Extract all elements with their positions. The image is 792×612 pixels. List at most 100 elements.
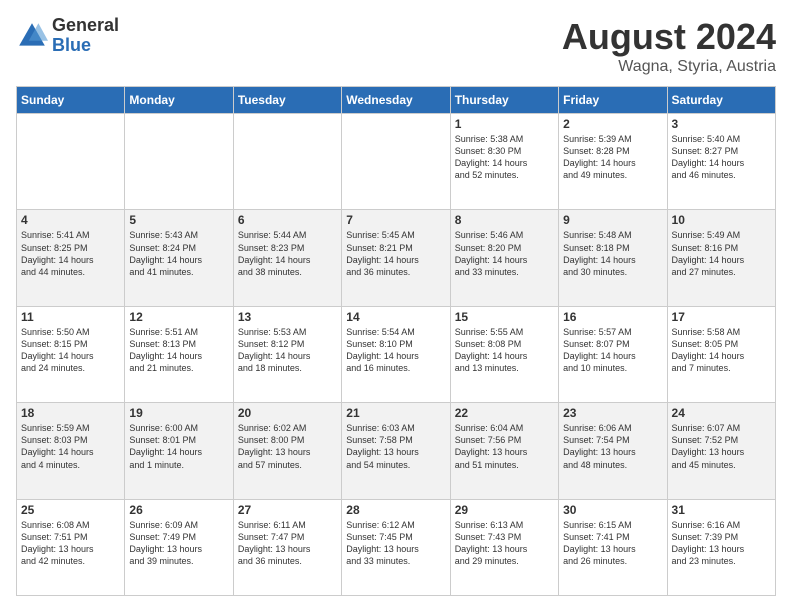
day-number: 26 xyxy=(129,503,228,517)
day-number: 16 xyxy=(563,310,662,324)
day-number: 20 xyxy=(238,406,337,420)
col-saturday: Saturday xyxy=(667,87,775,114)
day-info: Sunrise: 5:39 AM Sunset: 8:28 PM Dayligh… xyxy=(563,133,662,182)
week-row-2: 4 Sunrise: 5:41 AM Sunset: 8:25 PM Daylig… xyxy=(17,210,776,306)
day-info: Sunrise: 6:15 AM Sunset: 7:41 PM Dayligh… xyxy=(563,519,662,568)
title-block: August 2024 Wagna, Styria, Austria xyxy=(562,16,776,76)
day-info: Sunrise: 5:46 AM Sunset: 8:20 PM Dayligh… xyxy=(455,229,554,278)
day-cell: 15 Sunrise: 5:55 AM Sunset: 8:08 PM Dayli… xyxy=(450,306,558,402)
day-number: 6 xyxy=(238,213,337,227)
week-row-3: 11Sunrise: 5:50 AM Sunset: 8:15 PM Dayli… xyxy=(17,306,776,402)
day-info: Sunrise: 6:04 AM Sunset: 7:56 PM Dayligh… xyxy=(455,422,554,471)
day-number: 5 xyxy=(129,213,228,227)
day-number: 24 xyxy=(672,406,771,420)
day-cell: 22Sunrise: 6:04 AM Sunset: 7:56 PM Dayli… xyxy=(450,403,558,499)
day-cell: 24 Sunrise: 6:07 AM Sunset: 7:52 PM Dayli… xyxy=(667,403,775,499)
day-number: 21 xyxy=(346,406,445,420)
header: General Blue August 2024 Wagna, Styria, … xyxy=(16,16,776,76)
day-number: 12 xyxy=(129,310,228,324)
calendar-table: Sunday Monday Tuesday Wednesday Thursday… xyxy=(16,86,776,596)
week-row-5: 25Sunrise: 6:08 AM Sunset: 7:51 PM Dayli… xyxy=(17,499,776,595)
day-number: 17 xyxy=(672,310,771,324)
page: General Blue August 2024 Wagna, Styria, … xyxy=(0,0,792,612)
logo-general-text: General xyxy=(52,16,119,36)
day-cell: 25Sunrise: 6:08 AM Sunset: 7:51 PM Dayli… xyxy=(17,499,125,595)
day-info: Sunrise: 6:11 AM Sunset: 7:47 PM Dayligh… xyxy=(238,519,337,568)
logo: General Blue xyxy=(16,16,119,56)
day-number: 10 xyxy=(672,213,771,227)
location: Wagna, Styria, Austria xyxy=(562,58,776,76)
day-cell: 7 Sunrise: 5:45 AM Sunset: 8:21 PM Daylig… xyxy=(342,210,450,306)
day-cell xyxy=(125,114,233,210)
day-number: 11 xyxy=(21,310,120,324)
day-info: Sunrise: 5:45 AM Sunset: 8:21 PM Dayligh… xyxy=(346,229,445,278)
day-cell: 4 Sunrise: 5:41 AM Sunset: 8:25 PM Daylig… xyxy=(17,210,125,306)
logo-blue-text: Blue xyxy=(52,36,119,56)
day-info: Sunrise: 5:58 AM Sunset: 8:05 PM Dayligh… xyxy=(672,326,771,375)
col-friday: Friday xyxy=(559,87,667,114)
day-info: Sunrise: 6:09 AM Sunset: 7:49 PM Dayligh… xyxy=(129,519,228,568)
col-wednesday: Wednesday xyxy=(342,87,450,114)
week-row-1: 1 Sunrise: 5:38 AM Sunset: 8:30 PM Daylig… xyxy=(17,114,776,210)
day-number: 19 xyxy=(129,406,228,420)
day-number: 27 xyxy=(238,503,337,517)
day-cell: 30 Sunrise: 6:15 AM Sunset: 7:41 PM Dayli… xyxy=(559,499,667,595)
day-number: 13 xyxy=(238,310,337,324)
day-cell: 11Sunrise: 5:50 AM Sunset: 8:15 PM Dayli… xyxy=(17,306,125,402)
day-number: 8 xyxy=(455,213,554,227)
day-number: 9 xyxy=(563,213,662,227)
day-cell: 6 Sunrise: 5:44 AM Sunset: 8:23 PM Daylig… xyxy=(233,210,341,306)
day-cell: 28 Sunrise: 6:12 AM Sunset: 7:45 PM Dayli… xyxy=(342,499,450,595)
day-cell: 14 Sunrise: 5:54 AM Sunset: 8:10 PM Dayli… xyxy=(342,306,450,402)
day-cell: 8 Sunrise: 5:46 AM Sunset: 8:20 PM Daylig… xyxy=(450,210,558,306)
day-cell: 1 Sunrise: 5:38 AM Sunset: 8:30 PM Daylig… xyxy=(450,114,558,210)
logo-icon xyxy=(16,20,48,52)
day-number: 15 xyxy=(455,310,554,324)
day-cell: 18 Sunrise: 5:59 AM Sunset: 8:03 PM Dayli… xyxy=(17,403,125,499)
day-info: Sunrise: 5:49 AM Sunset: 8:16 PM Dayligh… xyxy=(672,229,771,278)
day-cell xyxy=(17,114,125,210)
col-thursday: Thursday xyxy=(450,87,558,114)
day-info: Sunrise: 5:54 AM Sunset: 8:10 PM Dayligh… xyxy=(346,326,445,375)
day-info: Sunrise: 5:48 AM Sunset: 8:18 PM Dayligh… xyxy=(563,229,662,278)
day-cell: 19Sunrise: 6:00 AM Sunset: 8:01 PM Dayli… xyxy=(125,403,233,499)
day-info: Sunrise: 6:07 AM Sunset: 7:52 PM Dayligh… xyxy=(672,422,771,471)
day-number: 1 xyxy=(455,117,554,131)
day-info: Sunrise: 5:51 AM Sunset: 8:13 PM Dayligh… xyxy=(129,326,228,375)
day-cell: 9 Sunrise: 5:48 AM Sunset: 8:18 PM Daylig… xyxy=(559,210,667,306)
day-number: 30 xyxy=(563,503,662,517)
day-cell: 2 Sunrise: 5:39 AM Sunset: 8:28 PM Daylig… xyxy=(559,114,667,210)
day-info: Sunrise: 6:12 AM Sunset: 7:45 PM Dayligh… xyxy=(346,519,445,568)
day-number: 31 xyxy=(672,503,771,517)
month-title: August 2024 xyxy=(562,16,776,58)
col-tuesday: Tuesday xyxy=(233,87,341,114)
day-number: 29 xyxy=(455,503,554,517)
day-number: 14 xyxy=(346,310,445,324)
day-number: 28 xyxy=(346,503,445,517)
day-cell xyxy=(233,114,341,210)
day-info: Sunrise: 5:41 AM Sunset: 8:25 PM Dayligh… xyxy=(21,229,120,278)
day-cell: 17 Sunrise: 5:58 AM Sunset: 8:05 PM Dayli… xyxy=(667,306,775,402)
header-row: Sunday Monday Tuesday Wednesday Thursday… xyxy=(17,87,776,114)
week-row-4: 18 Sunrise: 5:59 AM Sunset: 8:03 PM Dayli… xyxy=(17,403,776,499)
day-info: Sunrise: 6:08 AM Sunset: 7:51 PM Dayligh… xyxy=(21,519,120,568)
day-info: Sunrise: 6:03 AM Sunset: 7:58 PM Dayligh… xyxy=(346,422,445,471)
day-cell: 5Sunrise: 5:43 AM Sunset: 8:24 PM Daylig… xyxy=(125,210,233,306)
day-cell: 27 Sunrise: 6:11 AM Sunset: 7:47 PM Dayli… xyxy=(233,499,341,595)
day-info: Sunrise: 5:55 AM Sunset: 8:08 PM Dayligh… xyxy=(455,326,554,375)
day-info: Sunrise: 5:59 AM Sunset: 8:03 PM Dayligh… xyxy=(21,422,120,471)
day-number: 18 xyxy=(21,406,120,420)
day-info: Sunrise: 5:38 AM Sunset: 8:30 PM Dayligh… xyxy=(455,133,554,182)
day-cell xyxy=(342,114,450,210)
day-cell: 16 Sunrise: 5:57 AM Sunset: 8:07 PM Dayli… xyxy=(559,306,667,402)
day-info: Sunrise: 5:40 AM Sunset: 8:27 PM Dayligh… xyxy=(672,133,771,182)
calendar-body: 1 Sunrise: 5:38 AM Sunset: 8:30 PM Daylig… xyxy=(17,114,776,596)
col-sunday: Sunday xyxy=(17,87,125,114)
day-info: Sunrise: 5:57 AM Sunset: 8:07 PM Dayligh… xyxy=(563,326,662,375)
day-number: 7 xyxy=(346,213,445,227)
calendar-header: Sunday Monday Tuesday Wednesday Thursday… xyxy=(17,87,776,114)
day-cell: 26 Sunrise: 6:09 AM Sunset: 7:49 PM Dayli… xyxy=(125,499,233,595)
day-number: 4 xyxy=(21,213,120,227)
day-info: Sunrise: 5:44 AM Sunset: 8:23 PM Dayligh… xyxy=(238,229,337,278)
day-number: 2 xyxy=(563,117,662,131)
